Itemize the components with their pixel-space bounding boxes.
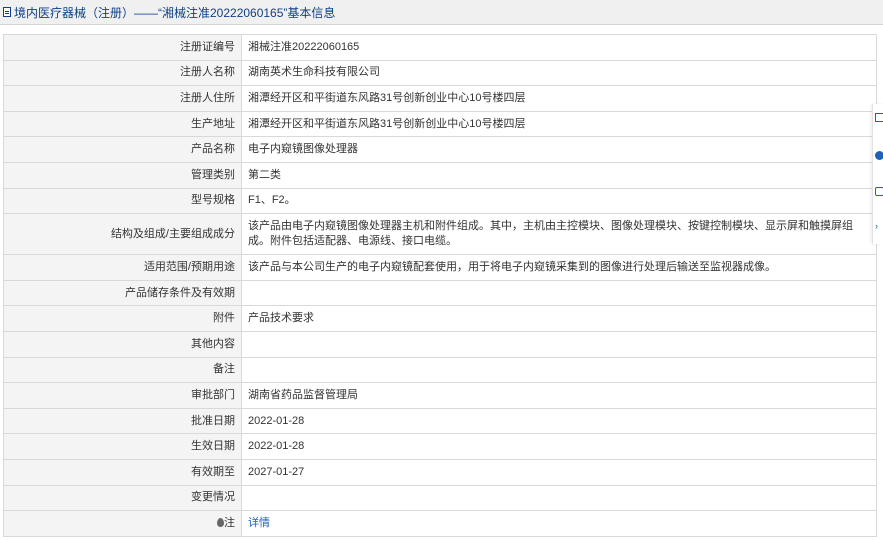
row-value: F1、F2。	[241, 187, 877, 215]
row-label: 适用范围/预期用途	[3, 254, 242, 281]
info-table-body: 注册证编号 湘械注准20222060165 注册人名称 湖南英术生命科技有限公司 注册人…	[3, 34, 877, 537]
row-label: 结构及组成/主要组成成分	[3, 213, 242, 256]
row-label: 生产地址	[3, 110, 242, 138]
note-row: 注 详情	[3, 510, 877, 537]
row-label: 备注	[3, 356, 242, 384]
table-row: 有效期至 2027-01-27	[3, 458, 877, 486]
table-row: 生效日期 2022-01-28	[3, 433, 877, 460]
row-label: 有效期至	[3, 458, 242, 486]
row-label: 变更情况	[3, 484, 242, 512]
note-label: 注	[224, 516, 235, 529]
table-row: 变更情况	[3, 484, 877, 512]
row-value	[241, 484, 877, 512]
table-row: 其他内容	[3, 330, 877, 358]
row-value	[241, 356, 877, 384]
document-icon	[3, 7, 11, 17]
row-label: 型号规格	[3, 187, 242, 215]
share-icon[interactable]	[875, 187, 883, 196]
row-value	[241, 279, 877, 307]
row-value	[241, 330, 877, 358]
row-label: 产品名称	[3, 136, 242, 163]
note-label-cell: 注	[3, 510, 242, 537]
table-row: 生产地址 湘潭经开区和平街道东风路31号创新创业中心10号楼四层	[3, 110, 877, 138]
table-row: 适用范围/预期用途 该产品与本公司生产的电子内窥镜配套使用，用于将电子内窥镜采集到…	[3, 254, 877, 281]
row-value: 2022-01-28	[241, 433, 877, 460]
row-label: 其他内容	[3, 330, 242, 358]
page-header: 境内医疗器械（注册）——“湘械注准20222060165”基本信息	[0, 0, 883, 25]
row-value: 第二类	[241, 161, 877, 189]
table-row: 产品储存条件及有效期	[3, 279, 877, 307]
row-label: 注册人名称	[3, 59, 242, 87]
help-icon[interactable]	[875, 151, 883, 160]
table-row: 审批部门 湖南省药品监督管理局	[3, 382, 877, 409]
row-value: 2027-01-27	[241, 458, 877, 486]
info-table: 注册证编号 湘械注准20222060165 注册人名称 湖南英术生命科技有限公司 注册人…	[3, 34, 877, 537]
row-label: 管理类别	[3, 161, 242, 189]
note-icon	[217, 517, 224, 527]
row-value: 产品技术要求	[241, 305, 877, 332]
details-link[interactable]: 详情	[248, 517, 270, 529]
row-label: 审批部门	[3, 382, 242, 409]
row-value: 电子内窥镜图像处理器	[241, 136, 877, 163]
row-label: 生效日期	[3, 433, 242, 460]
row-label: 注册人住所	[3, 85, 242, 112]
note-value-cell: 详情	[241, 510, 877, 537]
table-row: 管理类别 第二类	[3, 161, 877, 189]
row-value: 湘械注准20222060165	[241, 34, 877, 61]
table-row: 注册人名称 湖南英术生命科技有限公司	[3, 59, 877, 87]
row-label: 注册证编号	[3, 34, 242, 61]
edit-icon[interactable]	[875, 113, 883, 122]
row-label: 附件	[3, 305, 242, 332]
table-row: 产品名称 电子内窥镜图像处理器	[3, 136, 877, 163]
table-row: 注册证编号 湘械注准20222060165	[3, 34, 877, 61]
table-row: 批准日期 2022-01-28	[3, 407, 877, 435]
row-value: 湖南英术生命科技有限公司	[241, 59, 877, 87]
row-label: 批准日期	[3, 407, 242, 435]
table-row: 注册人住所 湘潭经开区和平街道东风路31号创新创业中心10号楼四层	[3, 85, 877, 112]
table-row: 备注	[3, 356, 877, 384]
table-row: 附件 产品技术要求	[3, 305, 877, 332]
row-label: 产品储存条件及有效期	[3, 279, 242, 307]
expand-icon[interactable]: ›	[875, 222, 883, 231]
row-value: 该产品与本公司生产的电子内窥镜配套使用，用于将电子内窥镜采集到的图像进行处理后输…	[241, 254, 877, 281]
side-toolbar: ›	[872, 104, 883, 244]
table-row: 结构及组成/主要组成成分 该产品由电子内窥镜图像处理器主机和附件组成。其中，主机由…	[3, 213, 877, 256]
row-value: 湘潭经开区和平街道东风路31号创新创业中心10号楼四层	[241, 110, 877, 138]
row-value: 湖南省药品监督管理局	[241, 382, 877, 409]
table-row: 型号规格 F1、F2。	[3, 187, 877, 215]
row-value: 湘潭经开区和平街道东风路31号创新创业中心10号楼四层	[241, 85, 877, 112]
row-value: 2022-01-28	[241, 407, 877, 435]
page-title: 境内医疗器械（注册）——“湘械注准20222060165”基本信息	[14, 5, 336, 20]
row-value: 该产品由电子内窥镜图像处理器主机和附件组成。其中，主机由主控模块、图像处理模块、…	[241, 213, 877, 256]
